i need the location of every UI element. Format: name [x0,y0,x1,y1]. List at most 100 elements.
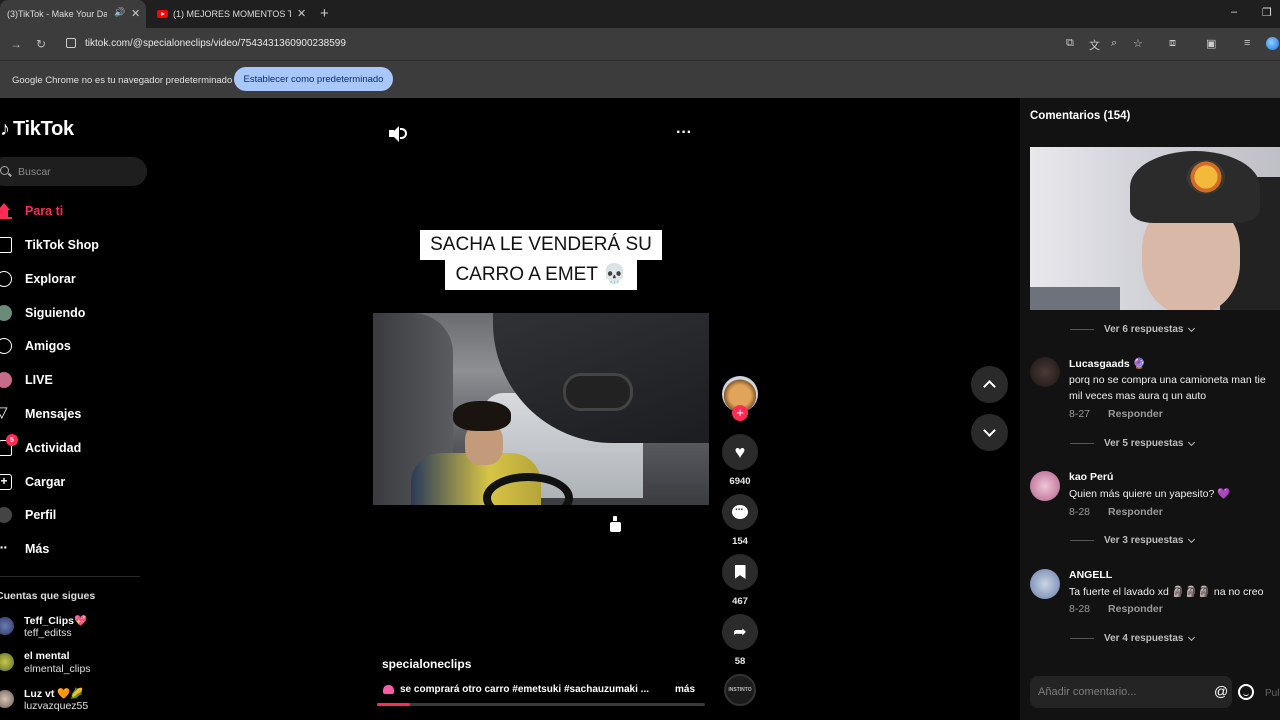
video-more-icon[interactable]: ··· [676,124,692,142]
comment-meta: 8-27 Responder [1069,408,1163,420]
tab-tiktok[interactable]: (3)TikTok - Make Your Day 🔊 ✕ [0,0,146,28]
next-video-button[interactable] [971,414,1008,451]
search-input[interactable]: Buscar [0,157,147,186]
video-author[interactable]: specialoneclips [382,657,471,671]
share-button[interactable]: ➦ [722,614,758,650]
video-frame-person-hair [453,401,511,431]
avatar[interactable] [1030,471,1060,501]
view-replies-label: Ver 5 respuestas [1104,438,1184,449]
profile-icon[interactable] [1266,37,1279,50]
comment-count: 154 [732,536,748,547]
compass-icon [0,271,12,287]
view-replies-toggle[interactable]: Ver 3 respuestas [1070,535,1195,546]
music-disc[interactable]: INSTINTO [724,674,756,706]
reply-button[interactable]: Responder [1108,603,1163,615]
comment-text-line: porq no se compra una camioneta man tie [1069,374,1266,386]
video-frame-light [563,373,633,411]
maximize-button[interactable]: ❐ [1262,6,1272,19]
new-tab-button[interactable]: + [320,5,329,22]
speaker-icon: 🔊 [114,7,126,17]
sidebar-item-label: Mensajes [25,407,82,421]
tab-youtube[interactable]: (1) MEJORES MOMENTOS TARI ✕ [148,0,313,28]
shop-bag-icon [0,237,12,253]
divider-line [1070,540,1094,541]
following-title: Cuentas que sigues [0,590,96,602]
emoji-icon[interactable] [1238,684,1254,700]
comment-meta: 8-28 Responder [1069,506,1163,518]
comment-username[interactable]: kao Perú [1069,471,1113,483]
sidebar-item-label: Actividad [25,441,82,455]
video-description: se comprará otro carro #emetsuki #sachau… [383,684,649,695]
search-placeholder: Buscar [18,166,51,178]
view-replies-label: Ver 4 respuestas [1104,633,1184,644]
avatar[interactable] [1030,357,1060,387]
sidebar-item-label: LIVE [25,373,53,387]
zoom-icon[interactable]: ⌕ [1111,37,1117,50]
tiktok-note-icon: ♪ [0,118,10,140]
set-default-button[interactable]: Establecer como predeterminado [234,67,393,91]
avatar [0,690,14,708]
forward-icon[interactable]: → [10,37,22,51]
account-name: el mental [24,650,70,662]
following-account[interactable]: el mental elmental_clips [0,650,150,680]
comment-text: Ta fuerte el lavado xd 🗿🗿🗿 na no creo [1069,586,1264,598]
home-icon [0,203,12,219]
following-account[interactable]: Teff_Clips💖 teff_editss [0,614,150,644]
comment-icon [732,502,748,519]
mouse-cursor [609,515,622,533]
site-info-icon[interactable] [66,38,76,48]
comment-button[interactable] [722,494,758,530]
comment-input[interactable]: Añadir comentario... @ [1030,676,1232,708]
chevron-down-icon [1187,535,1195,543]
follow-button[interactable]: + [732,405,748,421]
avatar[interactable] [1030,569,1060,599]
heart-emoji-icon [383,685,394,694]
like-button[interactable]: ♥ [722,434,758,470]
heart-icon: ♥ [734,442,746,462]
reload-icon[interactable]: ↻ [36,37,46,51]
save-button[interactable] [722,554,758,590]
account-handle: teff_editss [24,627,72,639]
video-progress-bar[interactable] [377,703,705,706]
tiktok-logo[interactable]: ♪ TikTok [0,118,74,141]
split-view-icon[interactable]: ▣ [1206,37,1216,50]
comment-date: 8-27 [1069,408,1091,420]
like-count: 6940 [729,476,751,487]
save-count: 467 [732,596,748,607]
media-icon[interactable]: ≡ [1244,37,1250,49]
send-icon: ▽ [0,404,8,421]
account-handle: luzvazquez55 [24,700,89,712]
chevron-up-icon [983,380,996,393]
description-text: se comprará otro carro #emetsuki #sachau… [400,684,649,695]
translate-icon[interactable]: 文 [1089,37,1100,53]
previous-video-button[interactable] [971,366,1008,403]
video-player[interactable] [373,313,709,505]
more-link[interactable]: más [675,684,695,695]
logo-text: TikTok [13,118,74,140]
extensions-icon[interactable]: ⧈ [1169,37,1176,50]
video-progress-fill [377,703,410,706]
reply-button[interactable]: Responder [1108,408,1163,420]
post-comment-button[interactable]: Pul [1265,688,1279,699]
caption-line: SACHA LE VENDERÁ SU [420,230,662,260]
minimize-button[interactable]: – [1231,6,1237,18]
following-account[interactable]: Luz vt 🧡🌽 luzvazquez55 [0,687,150,717]
reply-button[interactable]: Responder [1108,506,1163,518]
url-field[interactable]: tiktok.com/@specialoneclips/video/754343… [58,32,1058,56]
comment-username[interactable]: ANGELL [1069,569,1112,581]
avatar [0,653,14,671]
view-replies-toggle[interactable]: Ver 6 respuestas [1070,324,1195,335]
close-tab-icon[interactable]: ✕ [131,7,140,20]
mention-icon[interactable]: @ [1214,683,1228,699]
search-icon [0,166,9,175]
comment-username[interactable]: Lucasgaads 🔮 [1069,357,1146,370]
view-replies-toggle[interactable]: Ver 4 respuestas [1070,633,1195,644]
view-replies-toggle[interactable]: Ver 5 respuestas [1070,438,1195,449]
install-app-icon[interactable]: ⧉ [1066,37,1074,50]
live-icon [0,372,12,388]
sidebar-item-label: Perfil [25,508,57,522]
close-tab-icon[interactable]: ✕ [297,7,306,20]
comments-title: Comentarios (154) [1030,110,1131,122]
bookmark-star-icon[interactable]: ☆ [1133,37,1143,50]
divider-line [1070,329,1094,330]
